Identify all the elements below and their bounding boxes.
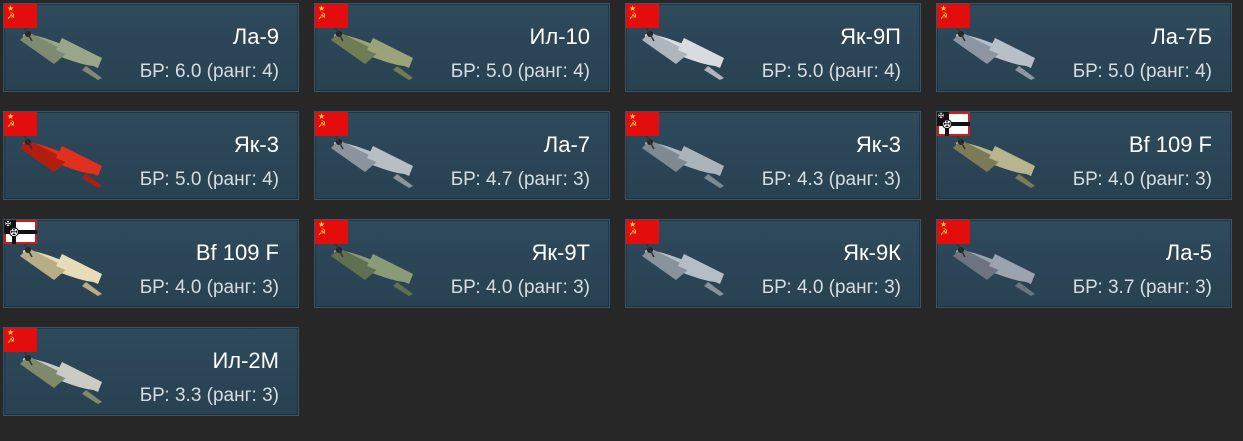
vehicle-name: Ил-2М	[212, 348, 279, 373]
battle-rating: БР: 4.0 (ранг: 3)	[1072, 169, 1212, 190]
vehicle-name: Ла-7	[543, 132, 590, 157]
battle-rating: БР: 5.0 (ранг: 4)	[139, 169, 279, 190]
battle-rating: БР: 4.0 (ранг: 3)	[761, 277, 901, 298]
vehicle-name: Ла-5	[1165, 240, 1212, 265]
vehicle-card[interactable]: ★ ☭ Як-9Т БР: 4.0 (ранг: 3)	[314, 219, 610, 308]
vehicle-card[interactable]: ✠ ✠ Bf 109 F БР: 4.0 (ранг: 3)	[3, 219, 299, 308]
ussr-flag-icon: ★ ☭	[315, 112, 348, 136]
vehicle-card[interactable]: ★ ☭ Ил-10 БР: 5.0 (ранг: 4)	[314, 3, 610, 92]
germany-flag-icon: ✠ ✠	[4, 220, 37, 244]
ussr-flag-icon: ★ ☭	[937, 220, 970, 244]
ussr-flag-icon: ★ ☭	[626, 220, 659, 244]
vehicle-name: Як-9Т	[531, 240, 590, 265]
vehicle-card[interactable]: ★ ☭ Як-3 БР: 4.3 (ранг: 3)	[625, 111, 921, 200]
ussr-flag-icon: ★ ☭	[4, 112, 37, 136]
vehicle-name: Як-9К	[843, 240, 901, 265]
ussr-flag-icon: ★ ☭	[937, 4, 970, 28]
ussr-flag-icon: ★ ☭	[626, 4, 659, 28]
vehicle-card[interactable]: ★ ☭ Ил-2М БР: 3.3 (ранг: 3)	[3, 327, 299, 416]
ussr-flag-icon: ★ ☭	[4, 4, 37, 28]
vehicle-card[interactable]: ★ ☭ Ла-7Б БР: 5.0 (ранг: 4)	[936, 3, 1232, 92]
vehicle-card[interactable]: ★ ☭ Ла-5 БР: 3.7 (ранг: 3)	[936, 219, 1232, 308]
vehicle-name: Bf 109 F	[195, 240, 279, 265]
vehicle-card[interactable]: ★ ☭ Ла-9 БР: 6.0 (ранг: 4)	[3, 3, 299, 92]
ussr-flag-icon: ★ ☭	[626, 112, 659, 136]
vehicle-card[interactable]: ★ ☭ Ла-7 БР: 4.7 (ранг: 3)	[314, 111, 610, 200]
ussr-flag-icon: ★ ☭	[315, 4, 348, 28]
vehicle-name: Bf 109 F	[1128, 132, 1212, 157]
vehicle-card[interactable]: ★ ☭ Як-9К БР: 4.0 (ранг: 3)	[625, 219, 921, 308]
vehicle-card[interactable]: ★ ☭ Як-9П БР: 5.0 (ранг: 4)	[625, 3, 921, 92]
vehicle-name: Як-3	[233, 132, 279, 157]
vehicle-name: Як-9П	[840, 24, 901, 49]
battle-rating: БР: 3.3 (ранг: 3)	[139, 385, 279, 406]
ussr-flag-icon: ★ ☭	[4, 328, 37, 352]
vehicle-grid: ★ ☭ Ла-9 БР: 6.0 (ранг: 4) ★ ☭ Ил-10 БР: 5.0 (р…	[3, 3, 1232, 416]
battle-rating: БР: 5.0 (ранг: 4)	[450, 61, 590, 82]
vehicle-name: Ла-7Б	[1151, 24, 1212, 49]
battle-rating: БР: 5.0 (ранг: 4)	[1072, 61, 1212, 82]
battle-rating: БР: 4.7 (ранг: 3)	[450, 169, 590, 190]
battle-rating: БР: 4.0 (ранг: 3)	[450, 277, 590, 298]
vehicle-name: Як-3	[855, 132, 901, 157]
ussr-flag-icon: ★ ☭	[315, 220, 348, 244]
battle-rating: БР: 3.7 (ранг: 3)	[1072, 277, 1212, 298]
vehicle-card[interactable]: ✠ ✠ Bf 109 F БР: 4.0 (ранг: 3)	[936, 111, 1232, 200]
battle-rating: БР: 5.0 (ранг: 4)	[761, 61, 901, 82]
vehicle-name: Ил-10	[529, 24, 590, 49]
vehicle-name: Ла-9	[232, 24, 279, 49]
germany-flag-icon: ✠ ✠	[937, 112, 970, 136]
battle-rating: БР: 6.0 (ранг: 4)	[139, 61, 279, 82]
vehicle-card[interactable]: ★ ☭ Як-3 БР: 5.0 (ранг: 4)	[3, 111, 299, 200]
battle-rating: БР: 4.0 (ранг: 3)	[139, 277, 279, 298]
battle-rating: БР: 4.3 (ранг: 3)	[761, 169, 901, 190]
